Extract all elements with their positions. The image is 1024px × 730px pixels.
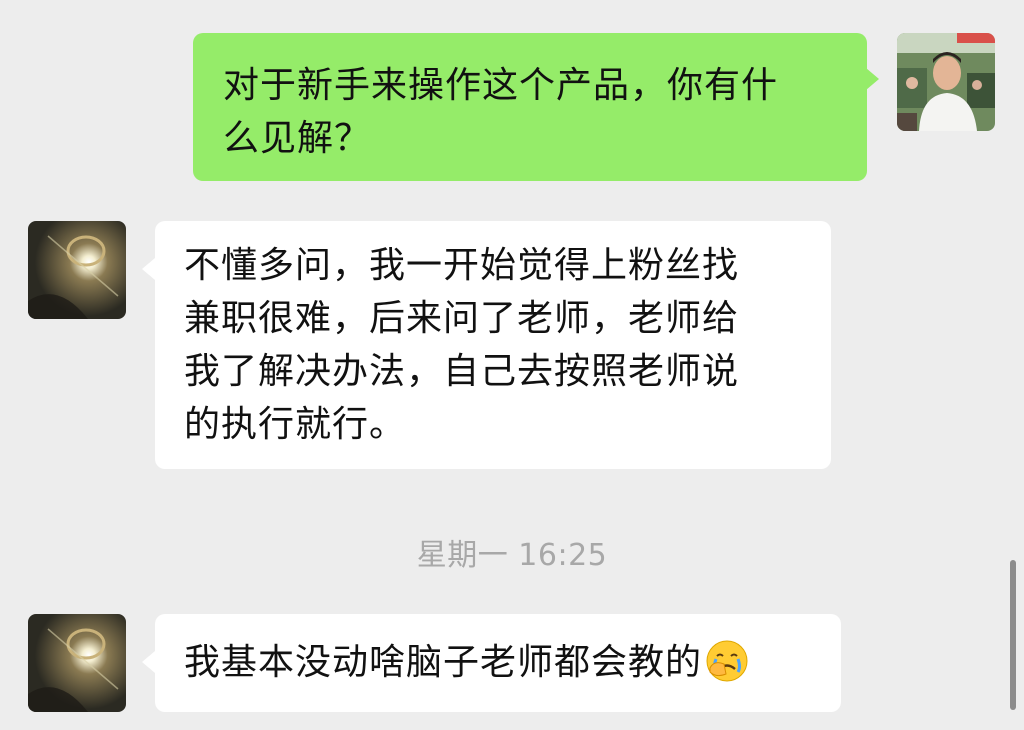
incoming-bubble-tail: [142, 651, 155, 673]
message-line: 兼职很难，后来问了老师，老师给: [184, 298, 740, 339]
message-timestamp: 星期一 16:25: [416, 538, 608, 573]
contact-avatar-photo: [28, 221, 126, 319]
face-palm-crying-emoji-icon: [706, 640, 748, 682]
outgoing-message-bubble[interactable]: 对于新手来操作这个产品，你有什 么见解？: [193, 33, 867, 181]
sender-avatar-photo: [897, 33, 995, 131]
message-line: 我基本没动啥脑子老师都会教的: [184, 636, 821, 689]
vertical-scrollbar[interactable]: [1010, 560, 1016, 710]
message-line: 的执行就行。: [184, 404, 407, 445]
incoming-bubble-tail: [142, 258, 155, 280]
sender-avatar[interactable]: [897, 33, 995, 131]
outgoing-bubble-tail: [866, 68, 879, 90]
contact-avatar[interactable]: [28, 614, 126, 712]
incoming-message-bubble[interactable]: 不懂多问，我一开始觉得上粉丝找 兼职很难，后来问了老师，老师给 我了解决办法，自…: [155, 221, 831, 469]
message-line: 么见解？: [223, 118, 372, 159]
message-text: 我基本没动啥脑子老师都会教的: [184, 642, 703, 683]
contact-avatar[interactable]: [28, 221, 126, 319]
message-line: 不懂多问，我一开始觉得上粉丝找: [184, 245, 740, 286]
message-line: 我了解决办法，自己去按照老师说: [184, 351, 740, 392]
contact-avatar-photo: [28, 614, 126, 712]
incoming-message-bubble[interactable]: 我基本没动啥脑子老师都会教的: [155, 614, 841, 712]
message-line: 对于新手来操作这个产品，你有什: [223, 65, 779, 106]
